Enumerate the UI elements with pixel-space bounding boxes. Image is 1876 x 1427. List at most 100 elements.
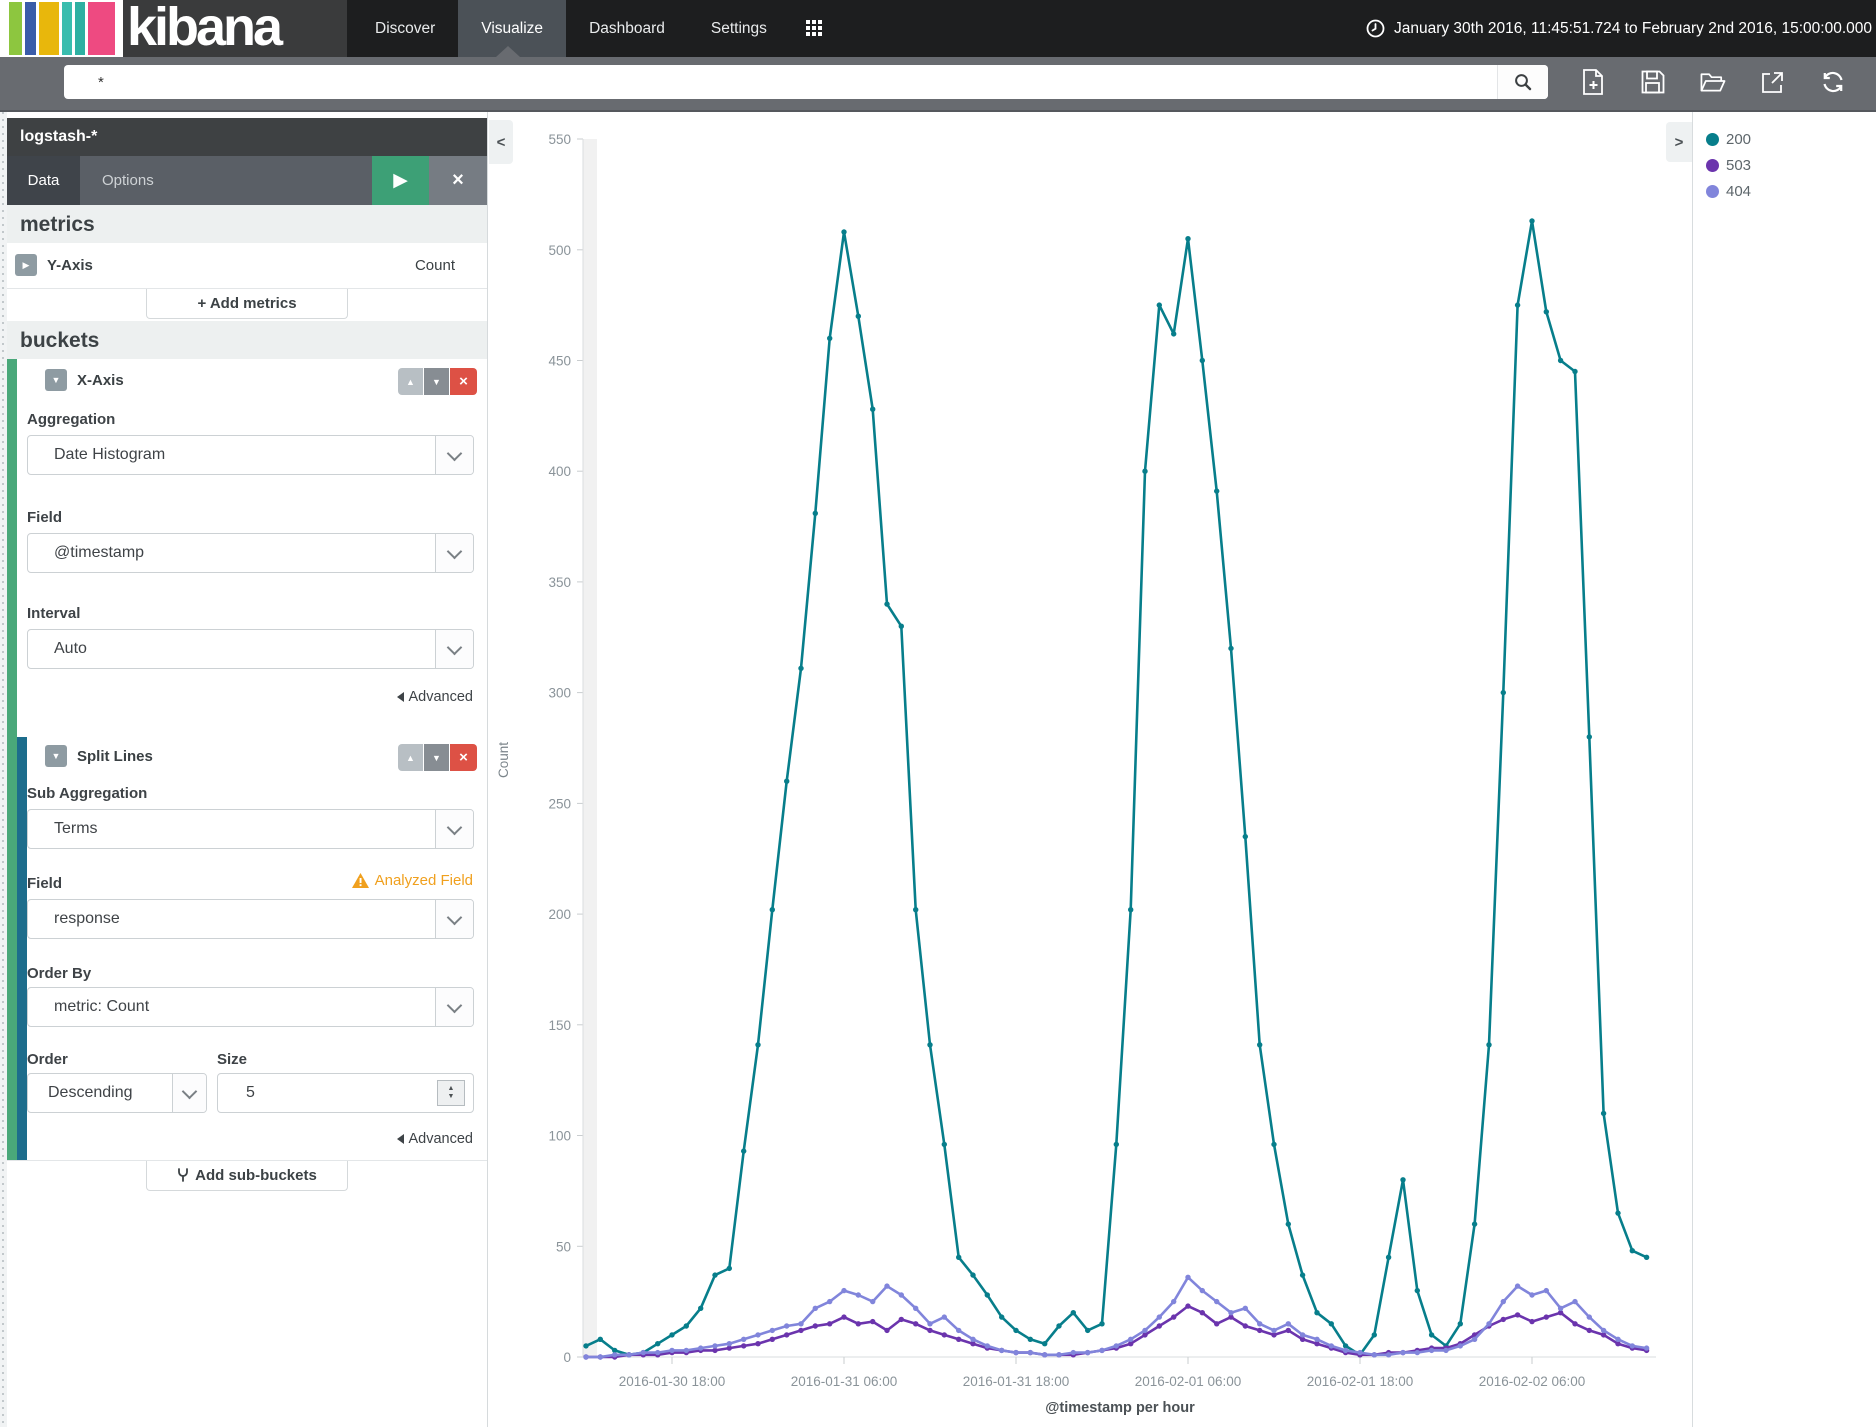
load-visualization-button[interactable] <box>1700 67 1726 97</box>
svg-text:2016-01-31 18:00: 2016-01-31 18:00 <box>963 1374 1070 1389</box>
chevron-down-icon <box>446 997 463 1013</box>
sidebar-tabs: Data Options ▶ × <box>7 156 487 205</box>
chevron-down-icon <box>181 1083 198 1099</box>
legend-item-404[interactable]: 404 <box>1706 178 1876 204</box>
svg-text:2016-02-01 18:00: 2016-02-01 18:00 <box>1307 1374 1414 1389</box>
visualize-toolbar-icons <box>1580 67 1846 97</box>
split-field-select[interactable]: response <box>27 899 474 939</box>
time-range-picker[interactable]: January 30th 2016, 11:45:51.724 to Febru… <box>1366 0 1872 57</box>
order-select[interactable]: Descending <box>27 1073 207 1113</box>
number-spinner[interactable]: ▲ ▼ <box>437 1080 465 1106</box>
split-lines-title: Split Lines <box>77 748 153 765</box>
new-visualization-button[interactable] <box>1580 67 1606 97</box>
share-icon <box>1762 72 1783 93</box>
tab-data[interactable]: Data <box>7 156 80 205</box>
size-label: Size <box>217 1051 248 1068</box>
play-icon: ▶ <box>393 170 408 191</box>
spinner-down-icon: ▼ <box>447 1093 455 1100</box>
search-submit-button[interactable] <box>1497 65 1548 99</box>
y-axis-metric-row[interactable]: ▶ Y-Axis Count <box>7 243 487 288</box>
search-input[interactable]: * <box>64 65 1548 99</box>
svg-text:2016-02-01 06:00: 2016-02-01 06:00 <box>1135 1374 1242 1389</box>
sub-aggregation-select[interactable]: Terms <box>27 809 474 849</box>
chevron-down-icon <box>446 445 463 461</box>
order-by-select[interactable]: metric: Count <box>27 987 474 1027</box>
triangle-left-icon <box>396 692 404 702</box>
select-arrow <box>435 436 473 474</box>
chevron-down-icon <box>446 909 463 925</box>
kibana-logo[interactable]: kibana <box>123 0 347 57</box>
svg-text:50: 50 <box>556 1239 571 1254</box>
split-lines-controls: ▲ ▼ × <box>398 744 477 771</box>
chart-legend: 200 503 404 <box>1692 112 1876 1427</box>
svg-text:2016-01-31 06:00: 2016-01-31 06:00 <box>791 1374 898 1389</box>
svg-text:350: 350 <box>548 575 571 590</box>
chevron-right-icon: ▶ <box>22 259 30 270</box>
svg-text:450: 450 <box>548 354 571 369</box>
sidebar-resize-gutter[interactable] <box>0 112 7 1427</box>
plus-icon: + <box>197 295 207 312</box>
svg-text:300: 300 <box>548 686 571 701</box>
arrow-down-icon: ▼ <box>432 752 441 763</box>
save-visualization-button[interactable] <box>1640 67 1666 97</box>
search-query-text[interactable]: * <box>64 74 1497 91</box>
select-arrow <box>435 810 473 848</box>
y-axis-toggle-button[interactable]: ▶ <box>15 254 37 276</box>
save-icon <box>1641 70 1665 94</box>
share-visualization-button[interactable] <box>1760 67 1786 97</box>
apply-changes-button[interactable]: ▶ <box>372 156 429 205</box>
split-lines-bucket-color-bar <box>17 737 27 1160</box>
split-field-label: Field <box>27 875 63 892</box>
legend-item-200[interactable]: 200 <box>1706 126 1876 152</box>
order-by-label: Order By <box>27 965 92 982</box>
move-up-button[interactable]: ▲ <box>398 368 423 395</box>
field-select[interactable]: @timestamp <box>27 533 474 573</box>
warning-triangle-icon <box>351 873 369 888</box>
legend-item-503[interactable]: 503 <box>1706 152 1876 178</box>
split-lines-collapse-button[interactable]: ▼ <box>45 745 67 767</box>
apps-grid-icon[interactable] <box>806 20 822 36</box>
x-axis-title: X-Axis <box>77 372 124 389</box>
add-sub-buckets-button[interactable]: Add sub-buckets <box>146 1161 348 1191</box>
refresh-icon <box>1823 71 1843 93</box>
move-down-button[interactable]: ▼ <box>424 744 449 771</box>
y-axis-label: Y-Axis <box>47 257 93 274</box>
add-metrics-button[interactable]: + Add metrics <box>146 289 348 319</box>
discard-changes-button[interactable]: × <box>429 156 487 205</box>
move-down-button[interactable]: ▼ <box>424 368 449 395</box>
aggregation-select[interactable]: Date Histogram <box>27 435 474 475</box>
nav-item-settings[interactable]: Settings <box>688 0 790 57</box>
tab-options[interactable]: Options <box>80 156 372 205</box>
size-input[interactable]: 5 ▲ ▼ <box>217 1073 474 1113</box>
line-chart[interactable]: 0 50 100 150 200 250 300 350 400 450 500 550 2016-01… <box>488 112 1692 1427</box>
add-metrics-row: + Add metrics <box>7 288 487 319</box>
move-up-button[interactable]: ▲ <box>398 744 423 771</box>
spinner-up-icon: ▲ <box>447 1085 455 1092</box>
remove-bucket-button[interactable]: × <box>450 744 477 771</box>
active-tab-caret <box>496 46 520 57</box>
svg-text:@timestamp per hour: @timestamp per hour <box>1045 1400 1195 1416</box>
interval-select[interactable]: Auto <box>27 629 474 669</box>
remove-icon: × <box>459 749 468 766</box>
split-lines-advanced-link[interactable]: Advanced <box>396 1131 473 1147</box>
remove-bucket-button[interactable]: × <box>450 368 477 395</box>
svg-text:Count: Count <box>496 742 511 778</box>
x-axis-advanced-link[interactable]: Advanced <box>396 689 473 705</box>
x-axis-collapse-button[interactable]: ▼ <box>45 369 67 391</box>
legend-collapse-button[interactable]: > <box>1666 122 1692 162</box>
refresh-button[interactable] <box>1820 67 1846 97</box>
time-range-text: January 30th 2016, 11:45:51.724 to Febru… <box>1393 19 1872 37</box>
svg-text:100: 100 <box>548 1129 571 1144</box>
nav-item-discover[interactable]: Discover <box>352 0 458 57</box>
chevron-down-icon <box>446 543 463 559</box>
close-icon: × <box>452 169 464 191</box>
svg-text:200: 200 <box>548 907 571 922</box>
series-color-dot <box>1706 158 1719 172</box>
top-nav-bar: kibana Discover Visualize Dashboard Sett… <box>0 0 1876 57</box>
svg-text:2016-01-30 18:00: 2016-01-30 18:00 <box>619 1374 726 1389</box>
query-toolbar: * <box>0 57 1876 112</box>
svg-text:400: 400 <box>548 464 571 479</box>
chevron-down-icon <box>446 819 463 835</box>
nav-item-dashboard[interactable]: Dashboard <box>566 0 688 57</box>
triangle-left-icon <box>396 1134 404 1144</box>
